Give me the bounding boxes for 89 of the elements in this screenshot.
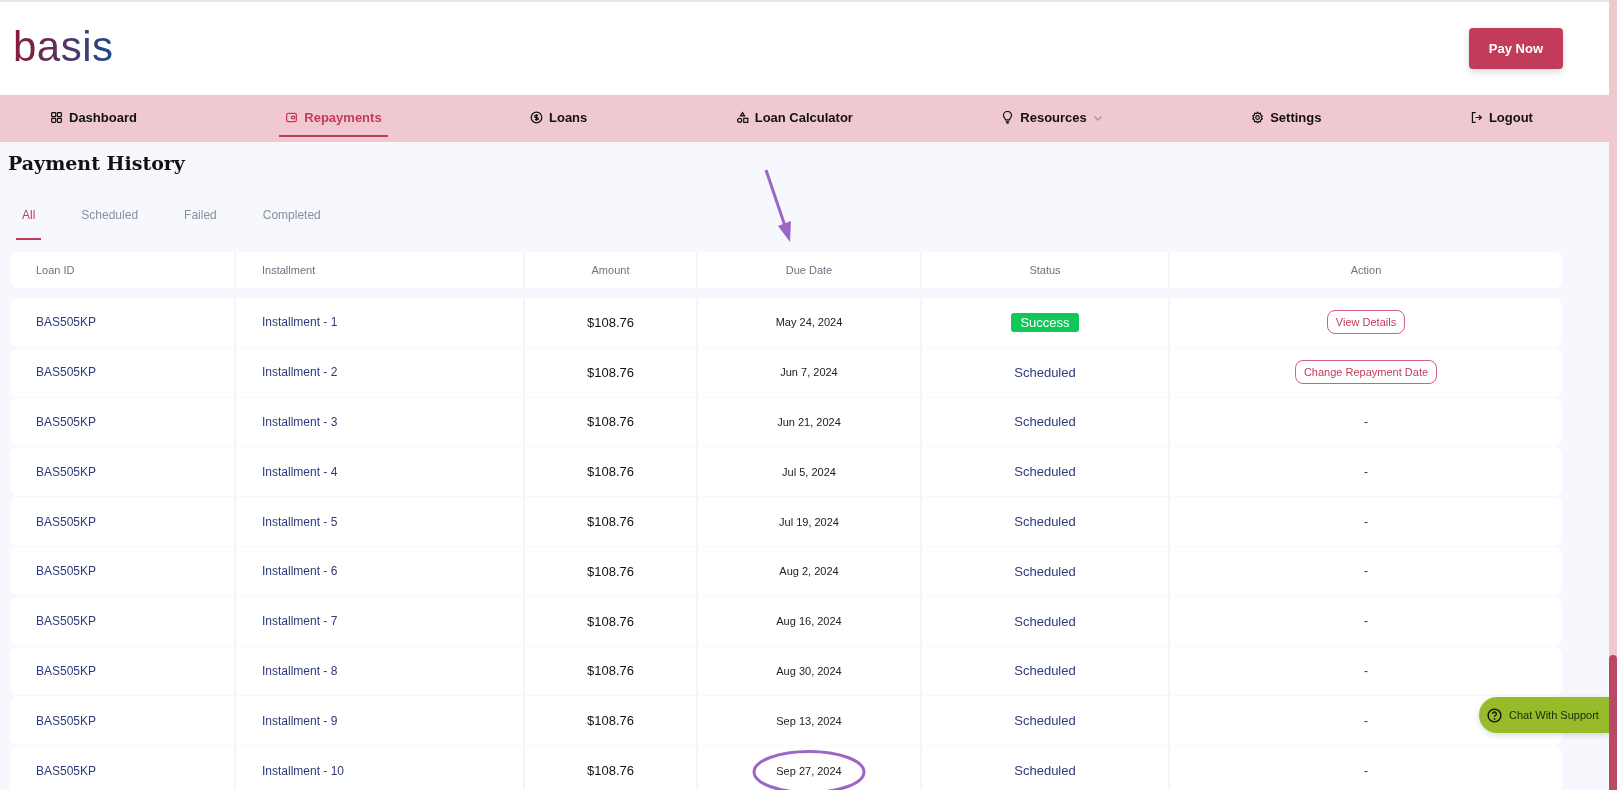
- table-cell: $108.76: [587, 713, 634, 729]
- table-cell: Aug 16, 2024: [776, 615, 842, 628]
- table-cell: BAS505KP: [36, 514, 97, 529]
- table-cell: Installment - 3: [262, 415, 338, 429]
- column-header: Action: [1350, 264, 1382, 276]
- status-text: Scheduled: [1014, 763, 1076, 779]
- empty-action: -: [1364, 564, 1368, 579]
- table-cell: Jun 21, 2024: [777, 416, 841, 428]
- empty-action: -: [1364, 763, 1368, 778]
- empty-action: -: [1364, 514, 1368, 529]
- empty-action: -: [1364, 713, 1368, 728]
- column-header: Loan ID: [36, 264, 75, 276]
- action-button[interactable]: View Details: [1326, 310, 1406, 335]
- empty-action: -: [1364, 464, 1368, 479]
- nav-item[interactable]: Logout: [1463, 100, 1539, 137]
- scrollbar[interactable]: [1609, 0, 1617, 790]
- nav-item[interactable]: Repayments: [279, 100, 388, 137]
- table-cell: BAS505KP: [36, 415, 97, 429]
- table-cell: Aug 2, 2024: [779, 565, 839, 578]
- grid-icon: [50, 111, 63, 124]
- status-text: Scheduled: [1014, 663, 1076, 679]
- status-text: Scheduled: [1014, 464, 1076, 480]
- table-cell: BAS505KP: [36, 564, 97, 579]
- table-cell: Installment - 1: [262, 315, 338, 330]
- gear-icon: [1251, 111, 1265, 124]
- table-cell: BAS505KP: [36, 713, 97, 728]
- empty-action: -: [1364, 415, 1368, 429]
- table-cell: Installment - 9: [262, 713, 338, 728]
- status-text: Scheduled: [1014, 563, 1076, 579]
- table-cell: Installment - 7: [262, 614, 338, 629]
- table-cell: Installment - 8: [262, 663, 338, 678]
- status-text: Scheduled: [1014, 713, 1076, 729]
- table-cell: Installment - 4: [262, 464, 338, 479]
- empty-action: -: [1364, 663, 1368, 678]
- status-text: Scheduled: [1014, 514, 1076, 530]
- dollar-icon: [530, 111, 543, 124]
- nav-item[interactable]: Loan Calculator: [729, 100, 859, 137]
- column-header: Status: [1029, 264, 1061, 276]
- help-icon: [1487, 707, 1502, 723]
- filter-tab[interactable]: Failed: [178, 208, 223, 240]
- lightbulb-icon: [1001, 111, 1015, 124]
- nav-item[interactable]: Dashboard: [44, 100, 143, 137]
- table-cell: Jul 5, 2024: [782, 465, 836, 478]
- table-cell: BAS505KP: [36, 365, 97, 380]
- chat-support-button[interactable]: Chat With Support: [1479, 697, 1609, 733]
- filter-tab[interactable]: All: [16, 208, 42, 240]
- logout-icon: [1469, 111, 1483, 124]
- column-header: Installment: [262, 264, 316, 276]
- table-cell: $108.76: [587, 663, 634, 679]
- pay-now-button[interactable]: Pay Now: [1468, 28, 1563, 69]
- wallet-icon: [285, 111, 299, 124]
- table-cell: $108.76: [587, 514, 634, 530]
- status-text: Scheduled: [1014, 613, 1076, 629]
- table-cell: $108.76: [587, 464, 634, 480]
- table-cell: $108.76: [587, 314, 634, 330]
- table-cell: $108.76: [587, 613, 634, 629]
- column-header: Due Date: [785, 264, 833, 276]
- table-cell: $108.76: [587, 364, 634, 380]
- table-cell: Sep 13, 2024: [776, 714, 842, 727]
- column-header: Amount: [591, 264, 630, 276]
- table-cell: $108.76: [587, 414, 634, 430]
- table-cell: Installment - 6: [262, 564, 338, 579]
- table-cell: BAS505KP: [36, 614, 97, 629]
- table-cell: Jul 19, 2024: [779, 515, 839, 528]
- empty-action: -: [1364, 614, 1368, 629]
- nav-item[interactable]: Resources: [995, 100, 1109, 137]
- table-cell: BAS505KP: [36, 663, 97, 678]
- shapes-icon: [735, 111, 749, 124]
- table-cell: BAS505KP: [36, 315, 97, 330]
- table-cell: BAS505KP: [36, 464, 97, 479]
- table-cell: BAS505KP: [36, 763, 97, 778]
- nav-item[interactable]: Loans: [524, 100, 594, 137]
- table-cell: May 24, 2024: [775, 316, 843, 329]
- filter-tab[interactable]: Completed: [256, 208, 327, 240]
- filter-tab[interactable]: Scheduled: [75, 208, 145, 240]
- status-text: Scheduled: [1014, 414, 1076, 430]
- table-cell: Installment - 5: [262, 514, 338, 529]
- table-cell: Sep 27, 2024: [776, 764, 842, 777]
- table-cell: Aug 30, 2024: [776, 664, 842, 677]
- table-cell: Installment - 10: [262, 763, 345, 778]
- table-cell: $108.76: [587, 763, 634, 779]
- status-text: Scheduled: [1014, 364, 1076, 380]
- status-badge: Success: [1011, 312, 1079, 332]
- page-title: Payment History: [8, 152, 185, 174]
- action-button[interactable]: Change Repayment Date: [1294, 360, 1438, 385]
- nav-item[interactable]: Settings: [1245, 100, 1328, 137]
- table-cell: $108.76: [587, 563, 634, 579]
- table-cell: Jun 7, 2024: [780, 366, 838, 379]
- table-cell: Installment - 2: [262, 365, 338, 380]
